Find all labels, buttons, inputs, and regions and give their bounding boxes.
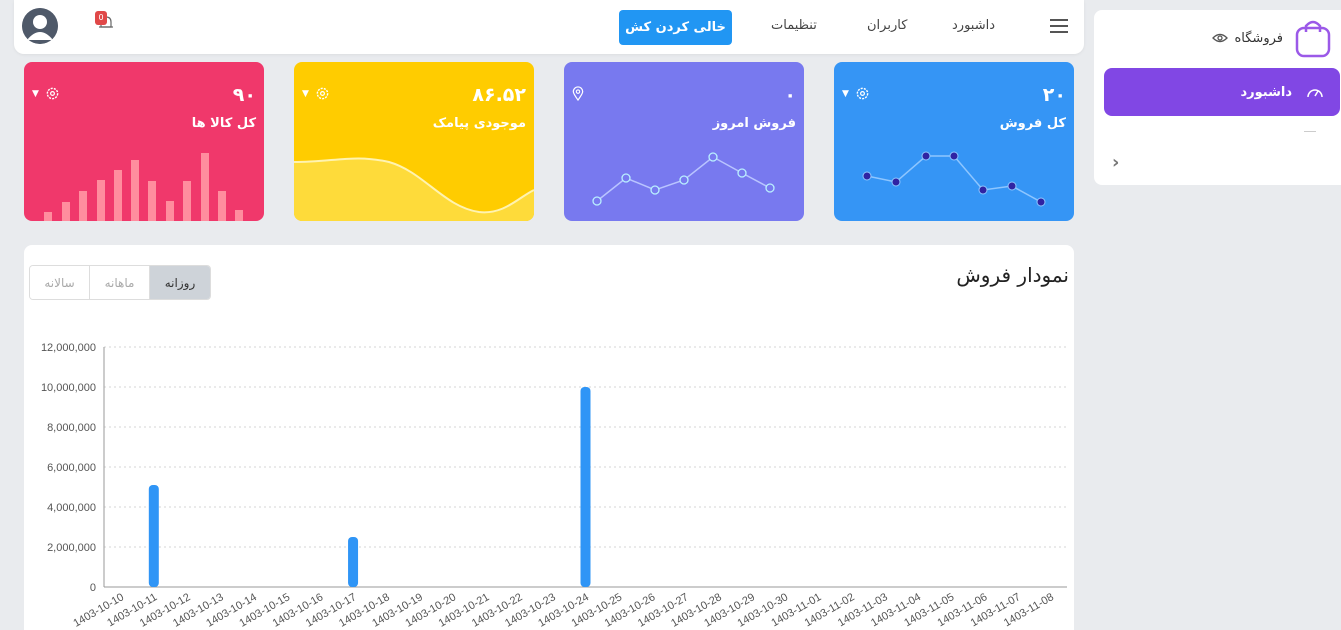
card-label: موجودی پیامک: [432, 116, 526, 131]
card-value: ۸۶.۵۲: [472, 84, 526, 106]
y-tick-label: 4,000,000: [47, 502, 96, 514]
sparkline-chart: [862, 151, 1046, 207]
sidebar: فروشگاه داشبورد ›: [1094, 10, 1341, 185]
caret-down-icon: ▼: [302, 88, 309, 99]
nav-link-settings[interactable]: تنظیمات: [771, 18, 817, 33]
card-today-sales: ۰ فروش امروز: [564, 62, 804, 221]
caret-down-icon: ▼: [842, 88, 849, 99]
gear-icon: [856, 87, 869, 100]
map-pin-icon: [572, 86, 584, 101]
brand[interactable]: فروشگاه: [1212, 16, 1333, 60]
y-tick-label: 10,000,000: [41, 382, 96, 394]
shopping-bag-icon: [1295, 20, 1331, 58]
menu-icon[interactable]: [1050, 19, 1068, 33]
sparkline-chart: [44, 153, 243, 221]
sales-bar-chart: 0 2,000,000 4,000,000 6,000,000 8,000,000 10,…: [41, 342, 1067, 630]
location-pin-icon[interactable]: [572, 86, 584, 101]
card-value: ۹۰: [232, 84, 256, 106]
sales-chart-panel: نمودار فروش سالانه ماهانه روزانه 0 2,000,…: [24, 245, 1074, 630]
card-label: کل کالا ها: [191, 116, 256, 131]
sidebar-item-label: داشبورد: [1240, 84, 1292, 100]
sidebar-divider: [1304, 131, 1316, 132]
card-settings[interactable]: ▼: [32, 86, 60, 101]
card-settings[interactable]: ▼: [842, 86, 870, 101]
sidebar-item-dashboard[interactable]: داشبورد: [1104, 68, 1340, 116]
nav-link-dashboard[interactable]: داشبورد: [952, 18, 995, 33]
y-tick-label: 0: [90, 582, 96, 594]
chart-bar: [148, 485, 159, 587]
top-navbar: 0 خالی کردن کش تنظیمات کاربران داشبورد: [14, 0, 1084, 54]
clear-cache-button[interactable]: خالی کردن کش: [619, 10, 732, 45]
chart-bar: [580, 387, 591, 587]
gear-icon: [46, 87, 59, 100]
y-tick-label: 2,000,000: [47, 542, 96, 554]
chevron-right-icon[interactable]: ›: [1112, 152, 1119, 173]
speedometer-icon: [1307, 89, 1323, 98]
brand-label: فروشگاه: [1234, 30, 1283, 46]
user-avatar-icon: [22, 8, 58, 44]
sparkline-chart: [592, 152, 775, 206]
card-settings[interactable]: ▼: [302, 86, 330, 101]
card-value: ۲۰: [1042, 84, 1066, 106]
card-sms-balance: ۸۶.۵۲ موجودی پیامک ▼: [294, 62, 534, 221]
card-label: کل فروش: [999, 116, 1066, 131]
y-tick-label: 8,000,000: [47, 422, 96, 434]
chart-bar: [348, 537, 359, 587]
gear-icon: [316, 87, 329, 100]
caret-down-icon: ▼: [32, 88, 39, 99]
card-total-sales: ۲۰ کل فروش ▼: [834, 62, 1074, 221]
card-total-products: ۹۰ کل کالا ها ▼: [24, 62, 264, 221]
eye-icon[interactable]: [1212, 33, 1229, 43]
y-tick-label: 12,000,000: [41, 342, 96, 354]
card-label: فروش امروز: [712, 116, 796, 131]
y-tick-label: 6,000,000: [47, 462, 96, 474]
nav-link-users[interactable]: کاربران: [867, 18, 907, 33]
avatar[interactable]: [22, 8, 58, 44]
card-value: ۰: [784, 84, 796, 106]
notification-badge: 0: [95, 11, 107, 25]
